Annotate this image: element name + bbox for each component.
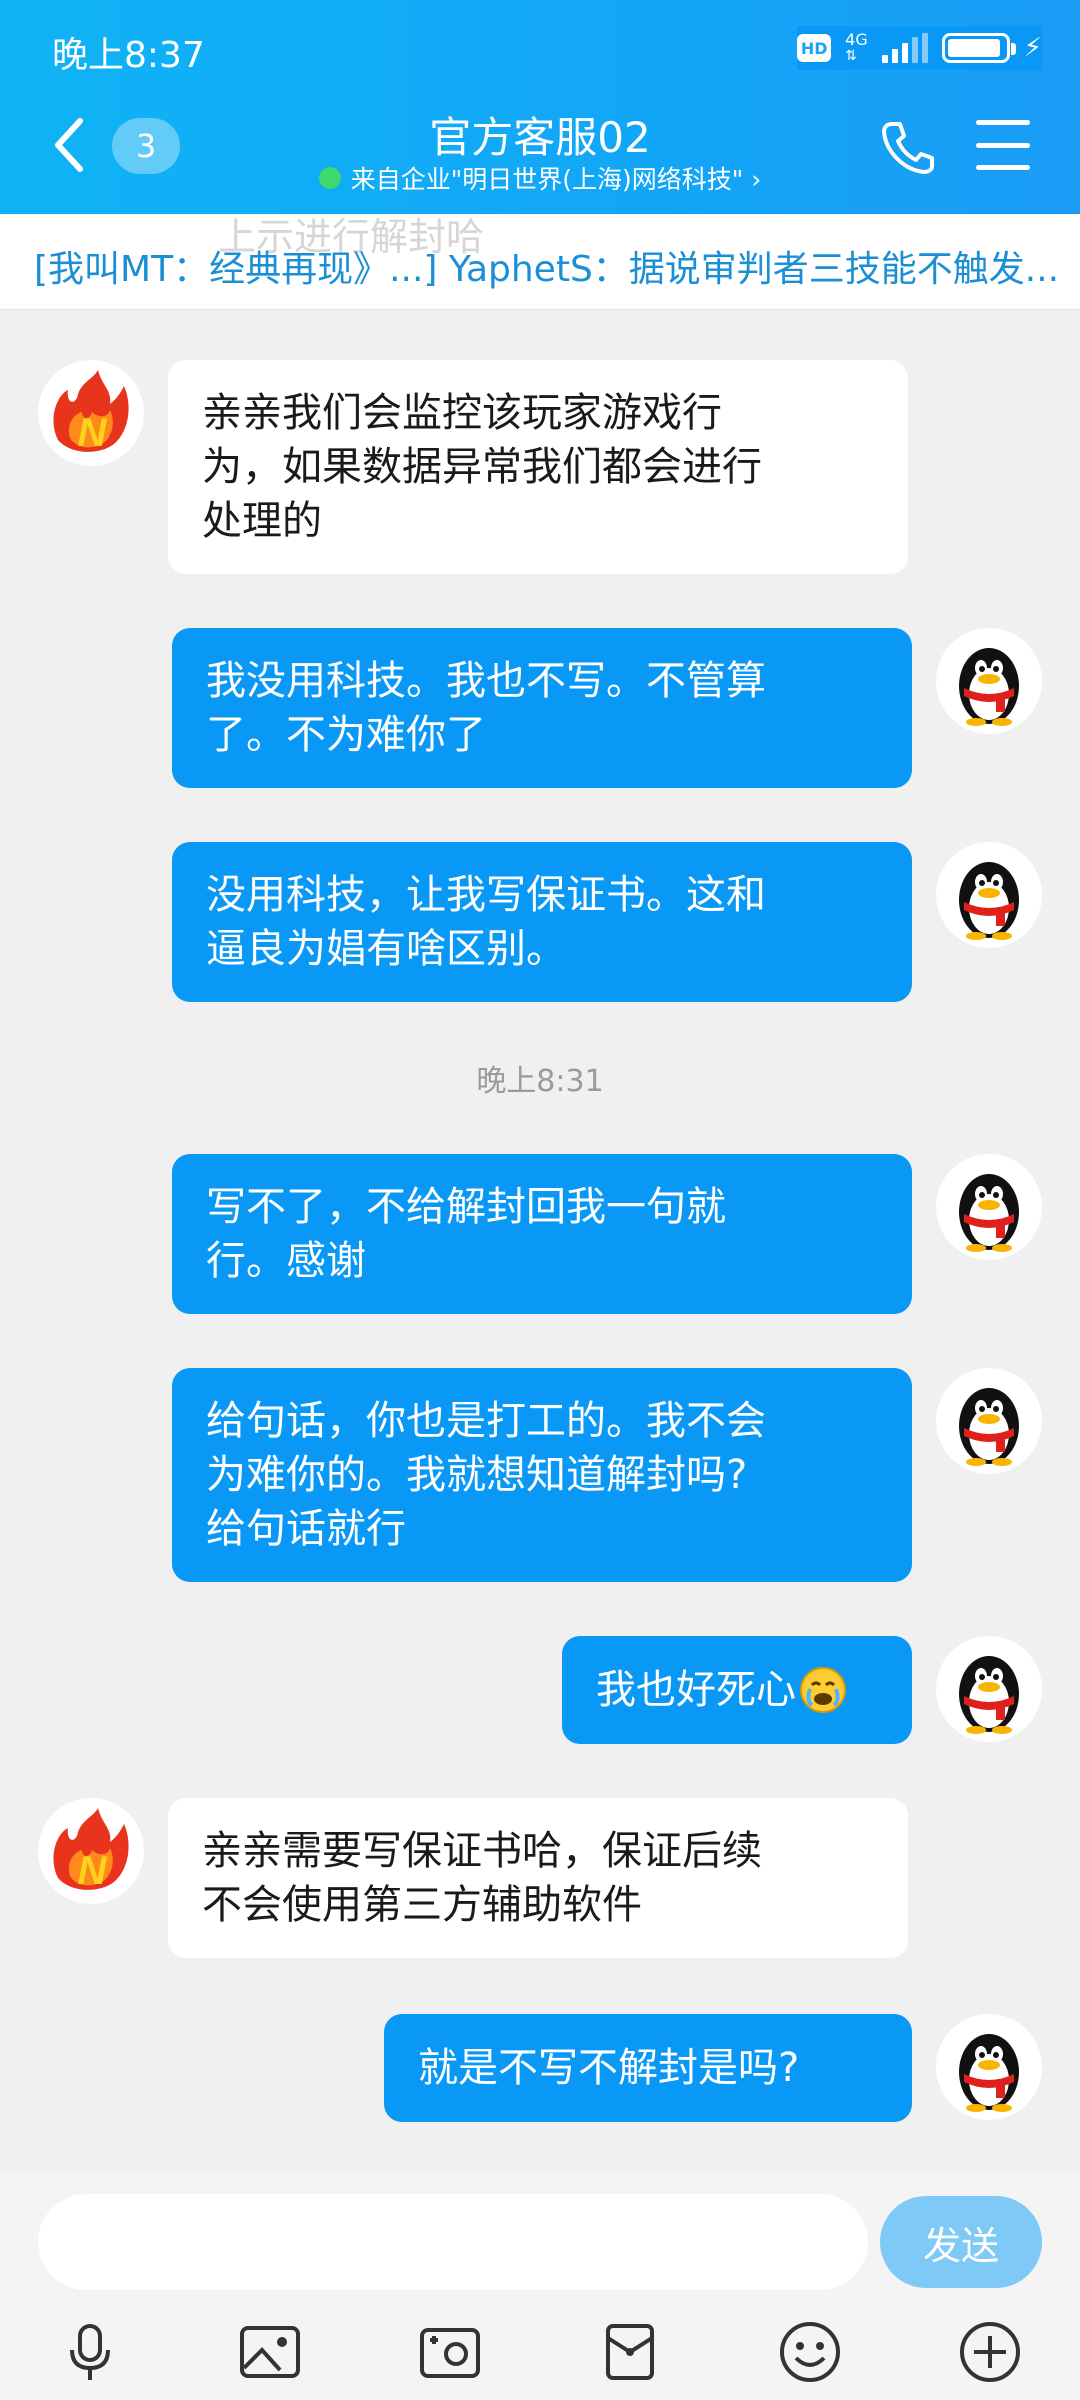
subtitle-text: 来自企业"明日世界(上海)网络科技" › <box>350 165 762 194</box>
user-avatar[interactable] <box>936 1154 1042 1260</box>
crying-face-emoji-icon <box>800 1667 846 1713</box>
chat-header: 晚上8:37 HD 4G ⇅ ⚡ 3 官方客服02 来自企业"明日世界(上海)网… <box>0 0 1080 214</box>
hd-icon: HD <box>797 34 832 62</box>
plus-icon[interactable] <box>958 2320 1022 2384</box>
message-text: 没用科技，让我写保证书。这和 逼良为娼有啥区别。 <box>206 872 766 972</box>
menu-icon[interactable] <box>976 120 1030 170</box>
message-input[interactable] <box>38 2194 868 2290</box>
message-bubble[interactable]: 给句话，你也是打工的。我不会 为难你的。我就想知道解封吗? 给句话就行 <box>172 1368 912 1582</box>
message-bubble[interactable]: 我也好死心 <box>562 1636 912 1744</box>
network-type: 4G ⇅ <box>845 30 868 65</box>
message-bubble[interactable]: 就是不写不解封是吗? <box>384 2014 912 2122</box>
message-text: 就是不写不解封是吗? <box>418 2045 800 2091</box>
message-bubble[interactable]: 我没用科技。我也不写。不管算 了。不为难你了 <box>172 628 912 788</box>
red-packet-icon[interactable] <box>598 2320 662 2384</box>
send-button[interactable]: 发送 <box>880 2196 1042 2288</box>
camera-icon[interactable] <box>418 2320 482 2384</box>
group-ticker[interactable]: 上示进行解封哈 [我叫MT：经典再现》...] YaphetS：据说审判者三技能… <box>0 214 1080 310</box>
message-bubble[interactable]: 亲亲需要写保证书哈，保证后续 不会使用第三方辅助软件 <box>168 1798 908 1958</box>
message-text: 亲亲我们会监控该玩家游戏行 为，如果数据异常我们都会进行 处理的 <box>202 390 762 544</box>
agent-avatar[interactable] <box>38 360 144 466</box>
user-avatar[interactable] <box>936 842 1042 948</box>
battery-icon <box>941 33 1016 63</box>
message-bubble[interactable]: 亲亲我们会监控该玩家游戏行 为，如果数据异常我们都会进行 处理的 <box>168 360 908 574</box>
message-text: 写不了，不给解封回我一句就 行。感谢 <box>206 1184 726 1284</box>
charging-icon: ⚡ <box>1023 33 1042 63</box>
message-bubble[interactable]: 写不了，不给解封回我一句就 行。感谢 <box>172 1154 912 1314</box>
ticker-text[interactable]: [我叫MT：经典再现》...] YaphetS：据说审判者三技能不触发... <box>34 240 1059 292</box>
user-avatar[interactable] <box>936 2014 1042 2120</box>
message-text: 亲亲需要写保证书哈，保证后续 不会使用第三方辅助软件 <box>202 1828 762 1928</box>
message-text: 给句话，你也是打工的。我不会 为难你的。我就想知道解封吗? 给句话就行 <box>206 1398 766 1552</box>
message-bubble[interactable]: 没用科技，让我写保证书。这和 逼良为娼有啥区别。 <box>172 842 912 1002</box>
network-label: 4G <box>845 30 868 49</box>
agent-avatar[interactable] <box>38 1798 144 1904</box>
message-text: 我也好死心 <box>596 1667 796 1713</box>
composer-bar: 发送 <box>0 2172 1080 2400</box>
phone-icon[interactable] <box>878 118 936 176</box>
microphone-icon[interactable] <box>58 2320 122 2384</box>
user-avatar[interactable] <box>936 1368 1042 1474</box>
user-avatar[interactable] <box>936 1636 1042 1742</box>
emoji-icon[interactable] <box>778 2320 842 2384</box>
message-timestamp: 晚上8:31 <box>476 1064 604 1099</box>
image-icon[interactable] <box>238 2320 302 2384</box>
status-icons: HD 4G ⇅ ⚡ <box>797 26 1042 70</box>
user-avatar[interactable] <box>936 628 1042 734</box>
signal-icon <box>881 33 928 63</box>
status-time: 晚上8:37 <box>52 35 205 76</box>
message-text: 我没用科技。我也不写。不管算 了。不为难你了 <box>206 658 766 758</box>
composer-toolbar <box>0 2320 1080 2392</box>
status-bar: 晚上8:37 HD 4G ⇅ ⚡ <box>0 0 1080 96</box>
online-status-icon <box>318 167 341 189</box>
